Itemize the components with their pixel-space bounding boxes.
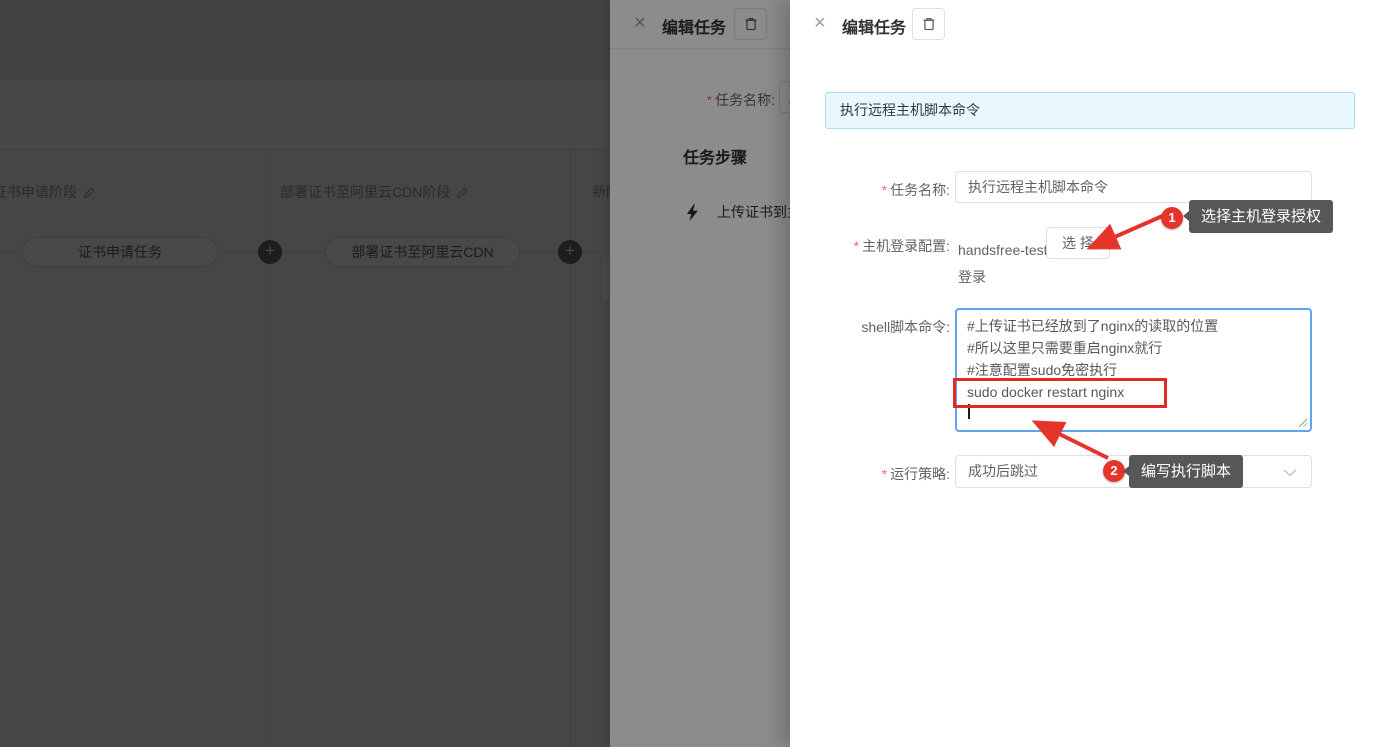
task-name-label: *任务名称: [790, 180, 950, 200]
delete-task-button[interactable] [912, 8, 945, 40]
choose-host-button[interactable]: 选 择 [1046, 227, 1110, 259]
select-value: 成功后跳过 [968, 463, 1038, 479]
shell-command-label: shell脚本命令: [790, 317, 950, 337]
label-text: 任务名称: [890, 182, 950, 198]
drawer-title: 编辑任务 [842, 14, 906, 38]
run-policy-label: *运行策略: [790, 464, 950, 484]
annotation-highlight-rect [953, 378, 1167, 408]
required-marker: * [882, 466, 887, 482]
required-marker: * [882, 182, 887, 198]
task-name-input[interactable]: 执行远程主机脚本命令 [955, 171, 1312, 203]
drawer-edit-task-front: × 编辑任务 执行远程主机脚本命令 *任务名称: 执行远程主机脚本命令 *主机登… [790, 0, 1382, 747]
annotation-step-badge-1: 1 [1161, 207, 1183, 229]
shell-line: #所以这里只需要重启nginx就行 [967, 337, 1300, 359]
annotation-tooltip-1: 选择主机登录授权 [1189, 200, 1333, 233]
screen: 证书申请阶段 部署证书至阿里云CDN阶段 新阶段 证书申请任务 [0, 0, 1382, 747]
shell-command-textarea[interactable]: #上传证书已经放到了nginx的读取的位置 #所以这里只需要重启nginx就行 … [955, 308, 1312, 432]
required-marker: * [854, 238, 859, 254]
host-login-label: *主机登录配置: [790, 236, 950, 256]
label-text: shell脚本命令: [861, 319, 950, 335]
shell-line: #上传证书已经放到了nginx的读取的位置 [967, 315, 1300, 337]
annotation-step-badge-2: 2 [1103, 460, 1125, 482]
textarea-resize-handle[interactable] [1297, 417, 1307, 427]
label-text: 主机登录配置: [862, 238, 950, 254]
chevron-down-icon [1283, 469, 1297, 477]
task-type-info-alert: 执行远程主机脚本命令 [825, 92, 1355, 129]
host-login-value: handsfree-test登录 [958, 237, 1056, 291]
annotation-tooltip-2: 编写执行脚本 [1129, 455, 1243, 488]
trash-icon [921, 16, 937, 32]
label-text: 运行策略: [890, 466, 950, 482]
close-icon[interactable]: × [814, 12, 826, 34]
drawer-front-scrim [0, 0, 790, 747]
